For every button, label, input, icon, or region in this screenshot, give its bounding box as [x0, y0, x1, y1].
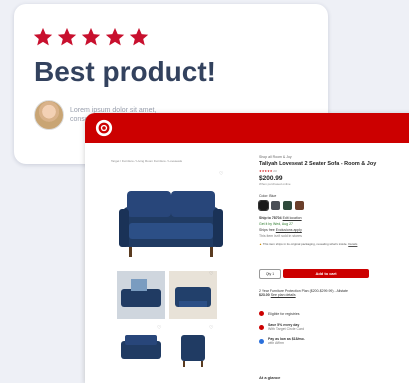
- alert-icon: ▲: [259, 242, 262, 246]
- star-icon: [33, 27, 53, 46]
- pickup-note: This item isn't sold in stores: [259, 234, 302, 238]
- target-bullseye-icon[interactable]: [95, 119, 113, 137]
- color-swatches: [258, 200, 389, 211]
- star-icon: [129, 27, 149, 46]
- edit-location-link[interactable]: Edit location: [283, 216, 302, 220]
- affirm-icon: [259, 338, 264, 344]
- star-icon: [81, 27, 101, 46]
- registry-row[interactable]: Eligible for registries: [259, 311, 300, 316]
- reviewer-avatar: [34, 100, 64, 130]
- rating-count: 23: [273, 169, 277, 173]
- plan-price: $23.00: [259, 293, 270, 297]
- color-swatch[interactable]: [271, 201, 280, 210]
- circle-card-row[interactable]: Save 5% every day With Target Circle Car…: [259, 323, 304, 331]
- favorite-icon[interactable]: ♡: [209, 271, 213, 277]
- color-label: Color: Blue: [259, 194, 277, 198]
- gallery-thumbnail[interactable]: [117, 271, 165, 319]
- gallery-thumbnail[interactable]: [169, 329, 217, 369]
- shipping-label: Ships free: [259, 228, 275, 232]
- product-title: Taliyah Loveseat 2 Seater Sofa - Room & …: [259, 161, 377, 167]
- circle-card-icon: [259, 324, 264, 330]
- star-icon: [57, 27, 77, 46]
- pay-sub: with Affirm: [268, 341, 285, 345]
- protection-plan[interactable]: 2 Year Furniture Protection Plan ($200-$…: [259, 289, 348, 297]
- product-price: $200.99: [259, 175, 283, 182]
- rating-stars-icon: ★★★★★: [259, 169, 273, 173]
- color-swatch[interactable]: [258, 200, 269, 211]
- breadcrumb[interactable]: Target / Furniture / Living Room Furnitu…: [111, 159, 182, 163]
- color-swatch[interactable]: [283, 201, 292, 210]
- ship-to-row: Ship to 78704 Edit location: [259, 216, 389, 220]
- details-link[interactable]: Details: [348, 242, 357, 246]
- affirm-row[interactable]: Pay as low as $18/mo. with Affirm: [259, 337, 305, 345]
- star-rating: [32, 26, 150, 48]
- add-to-cart-button[interactable]: Add to cart: [283, 269, 369, 278]
- product-page: Target / Furniture / Living Room Furnitu…: [85, 113, 409, 383]
- star-icon: [105, 27, 125, 46]
- product-main-image[interactable]: [115, 185, 227, 267]
- packaging-alert: ▲ This item ships in its original packag…: [259, 242, 389, 246]
- price-note: When purchased online: [259, 182, 291, 186]
- review-headline: Best product!: [34, 56, 216, 87]
- ship-to: Ship to 78704: [259, 216, 282, 220]
- quantity-select[interactable]: Qty 1: [259, 269, 281, 279]
- arrival-date: Get it by Wed, Aug 27: [259, 222, 293, 226]
- save-sub: With Target Circle Card: [268, 327, 305, 331]
- product-info: Shop all Room & Joy Taliyah Loveseat 2 S…: [258, 155, 389, 246]
- shipping-row: Ships free Exclusions apply: [259, 228, 389, 232]
- registry-icon: [259, 311, 264, 316]
- rating-row[interactable]: ★★★★★ 23: [259, 169, 389, 173]
- favorite-icon[interactable]: ♡: [219, 171, 223, 177]
- exclusions-link[interactable]: Exclusions apply: [276, 228, 302, 232]
- registry-label: Eligible for registries: [268, 311, 300, 316]
- plan-details-link[interactable]: See plan details: [271, 293, 296, 297]
- alert-text: This item ships in its original packagin…: [262, 242, 348, 246]
- store-link[interactable]: Shop all Room & Joy: [259, 155, 389, 159]
- site-header: [85, 113, 409, 143]
- gallery-thumbnail[interactable]: [117, 329, 165, 369]
- gallery-thumbnail[interactable]: [169, 271, 217, 319]
- color-swatch[interactable]: [295, 201, 304, 210]
